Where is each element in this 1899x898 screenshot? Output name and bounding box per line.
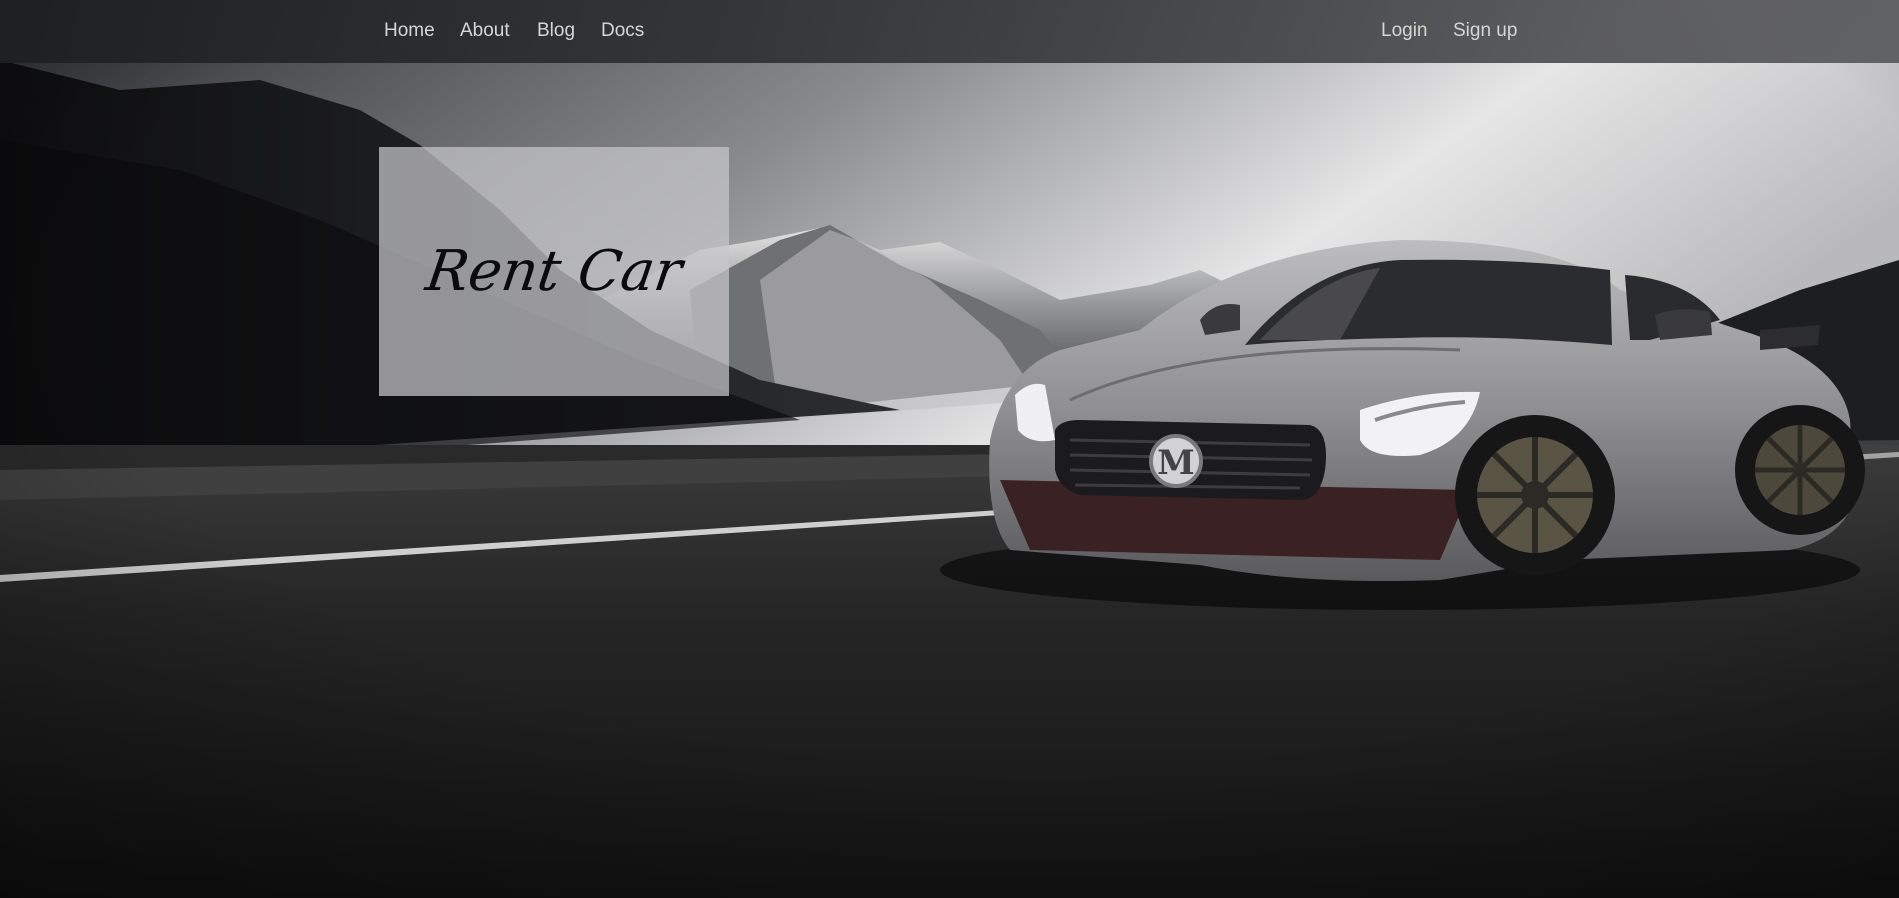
hero-background-image: M bbox=[0, 0, 1899, 898]
nav-link-docs[interactable]: Docs bbox=[601, 19, 644, 43]
landing-page: M Home About Blog Docs Login bbox=[0, 0, 1899, 898]
login-link[interactable]: Login bbox=[1381, 19, 1428, 43]
hero-title-card: Rent Car bbox=[379, 147, 729, 396]
top-navbar: Home About Blog Docs Login Sign up bbox=[0, 0, 1899, 63]
nav-link-about[interactable]: About bbox=[460, 19, 510, 43]
signup-link[interactable]: Sign up bbox=[1453, 19, 1517, 43]
nav-link-home[interactable]: Home bbox=[384, 19, 435, 43]
hero-title: Rent Car bbox=[422, 239, 686, 304]
nav-link-blog[interactable]: Blog bbox=[537, 19, 575, 43]
